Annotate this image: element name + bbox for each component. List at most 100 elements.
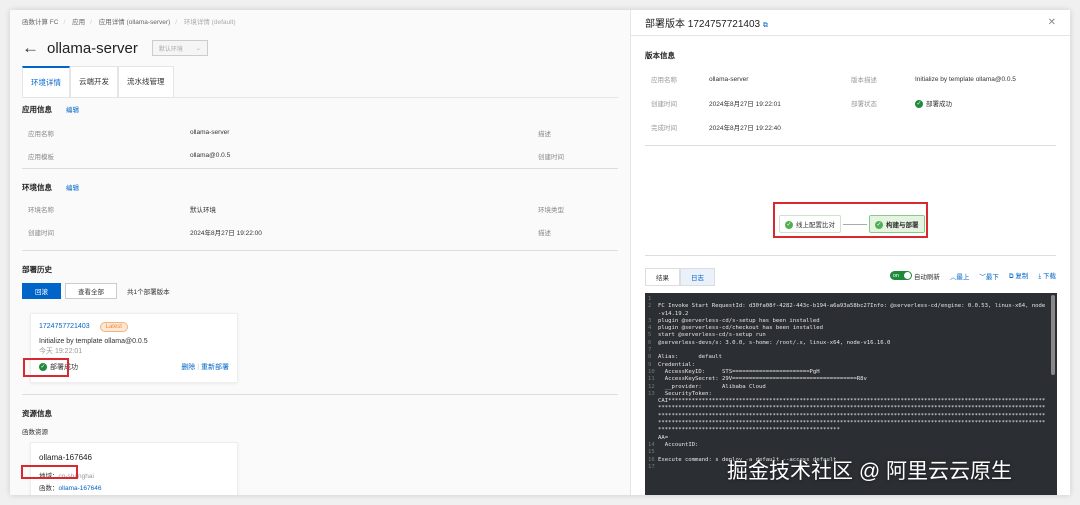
drawer-title: 部署版本 1724757721403 (645, 19, 761, 30)
highlight-box (773, 202, 928, 238)
copy-button[interactable]: ⧉ 复制 (1009, 270, 1028, 281)
version-link[interactable]: 1724757721403 (39, 323, 90, 330)
scroll-top-button[interactable]: ︿最上 (950, 271, 970, 281)
copy-icon: ⧉ (1008, 273, 1014, 280)
resources-section: 资源信息 函数资源 (22, 408, 618, 436)
env-detail-page: 函数计算 FC / 应用 / 应用详情 (ollama-server) / 环境详情 … (10, 10, 630, 495)
label: 环境名称 (28, 206, 54, 214)
label: 应用名称 (651, 77, 677, 84)
tab-pipeline[interactable]: 流水线管理 (118, 66, 174, 97)
value: Initialize by template ollama@0.0.5 (915, 75, 1016, 83)
log-line: 14 AccountID: (648, 441, 699, 448)
breadcrumb: 函数计算 FC / 应用 / 应用详情 (ollama-server) / 环境详情 … (22, 19, 236, 26)
log-line: 12 __provider: Alibaba Cloud (648, 383, 766, 390)
external-link-icon[interactable]: ⧉ (763, 22, 768, 29)
section-title: 版本信息 (645, 51, 675, 60)
highlight-box (21, 465, 78, 479)
breadcrumb-app-detail[interactable]: 应用详情 (ollama-server) (99, 19, 171, 26)
tab-cloud-dev[interactable]: 云端开发 (70, 66, 118, 97)
log-line: CAI*************************************… (658, 398, 1046, 434)
divider (22, 168, 618, 169)
version-time: 今天 19:22:01 (39, 348, 83, 355)
value: ollama-server (190, 129, 230, 136)
value: 2024年8月27日 19:22:00 (190, 229, 262, 237)
deploy-status: ✓ 部署成功 (915, 100, 952, 109)
watermark: 掘金技术社区 @ 阿里云云原生 (727, 460, 1012, 483)
resources-subtitle: 函数资源 (22, 429, 48, 436)
download-button[interactable]: ⤓ 下载 (1038, 270, 1056, 281)
section-title: 环境信息 (22, 183, 52, 192)
auto-refresh-toggle[interactable]: on (889, 271, 912, 280)
rollback-button[interactable]: 回滚 (22, 283, 61, 299)
value: ollama-server (709, 75, 749, 83)
log-line: 3 plugin @serverless-cd/s-setup has been … (648, 317, 820, 324)
version-desc: Initialize by template ollama@0.0.5 (39, 338, 148, 345)
section-title: 部署历史 (22, 265, 52, 274)
env-info-section: 环境信息 编辑 环境名称 默认环境 环境类型 创建时间 2024年8月27日 19:22… (22, 182, 618, 243)
env-select[interactable]: 默认环境 ⌄ (151, 40, 208, 56)
log-line: 13 SecurityToken: (648, 390, 712, 397)
log-line: 2 FC Invoke Start RequestId: d30fa08f-428… (648, 303, 1046, 317)
log-line: 11 AccessKeySecret: 29V=================… (648, 376, 867, 383)
deploy-history-section: 部署历史 回滚 查看全部 共1个部署版本 (22, 264, 618, 299)
download-icon: ⤓ (1038, 273, 1042, 280)
edit-app-link[interactable]: 编辑 (66, 104, 79, 115)
chevron-down-icon: ⌄ (195, 45, 201, 52)
log-line: 9 Credential: (648, 361, 696, 368)
label: 创建时间 (28, 229, 54, 237)
label: 部署状态 (851, 101, 877, 108)
function-link[interactable]: ollama-167646 (59, 485, 102, 492)
log-line: 10 AccessKeyID: STS=====================… (648, 368, 820, 375)
label: 版本描述 (851, 77, 877, 84)
highlight-box (23, 358, 69, 377)
log-line: 8 Alias: default (648, 354, 722, 361)
section-title: 应用信息 (22, 105, 52, 114)
value: 默认环境 (190, 206, 216, 214)
label: 应用名称 (28, 130, 54, 138)
label: 环境类型 (538, 206, 564, 214)
edit-env-link[interactable]: 编辑 (66, 182, 79, 193)
breadcrumb-current: 环境详情 (default) (183, 19, 236, 26)
log-line: 4 plugin @serverless-cd/checkout has been… (648, 325, 824, 332)
close-icon[interactable]: ✕ (1048, 17, 1056, 28)
label: 完成时间 (651, 125, 677, 132)
value: 2024年8月27日 19:22:01 (709, 101, 781, 108)
breadcrumb-fc[interactable]: 函数计算 FC (22, 19, 58, 26)
view-all-button[interactable]: 查看全部 (65, 283, 117, 299)
tabs: 环境详情 云端开发 流水线管理 (22, 66, 618, 98)
deploy-version-drawer: 部署版本 1724757721403 ⧉ ✕ 版本信息 应用名称 ollama-se… (630, 10, 1070, 495)
tab-result[interactable]: 结果 (645, 268, 680, 286)
log-line: AA= (658, 434, 669, 441)
breadcrumb-app[interactable]: 应用 (72, 19, 85, 26)
auto-refresh-label: 自动刷新 (913, 273, 940, 281)
page-title: ollama-server (47, 39, 138, 57)
label: 应用模板 (28, 153, 54, 161)
delete-link[interactable]: 删除 (181, 364, 195, 371)
check-circle-icon: ✓ (915, 100, 923, 109)
latest-badge: Latest (99, 322, 128, 332)
app-info-section: 应用信息 编辑 应用名称 ollama-server 描述 应用模板 ollama@0.… (22, 104, 618, 167)
divider (22, 394, 618, 395)
scrollbar[interactable] (1051, 295, 1055, 375)
env-select-value: 默认环境 (158, 46, 183, 53)
label: 函数： (39, 485, 59, 492)
label: 描述 (538, 229, 551, 237)
back-arrow-icon[interactable]: ← (22, 38, 39, 58)
section-title: 资源信息 (22, 409, 52, 418)
tab-env-detail[interactable]: 环境详情 (22, 66, 70, 97)
version-count: 共1个部署版本 (127, 289, 170, 296)
value: 2024年8月27日 19:22:40 (709, 125, 781, 132)
log-line: 7 (648, 347, 652, 354)
resource-name: ollama-167646 (39, 453, 92, 462)
log-line: 1 (648, 296, 652, 302)
app-window: 函数计算 FC / 应用 / 应用详情 (ollama-server) / 环境详情 … (10, 10, 1070, 495)
value: ollama@0.0.5 (190, 152, 231, 159)
tab-log[interactable]: 日志 (680, 268, 715, 286)
label: 描述 (538, 130, 551, 138)
redeploy-link[interactable]: 重新部署 (201, 364, 229, 371)
divider (22, 250, 618, 251)
label: 创建时间 (651, 101, 677, 108)
log-line: 6 @serverless-devs/s: 3.0.0, s-home: /roo… (648, 339, 891, 346)
scroll-bottom-button[interactable]: ﹀最下 (979, 271, 999, 281)
version-info: 版本信息 应用名称 ollama-server 版本描述 Initialize by … (631, 36, 1070, 146)
